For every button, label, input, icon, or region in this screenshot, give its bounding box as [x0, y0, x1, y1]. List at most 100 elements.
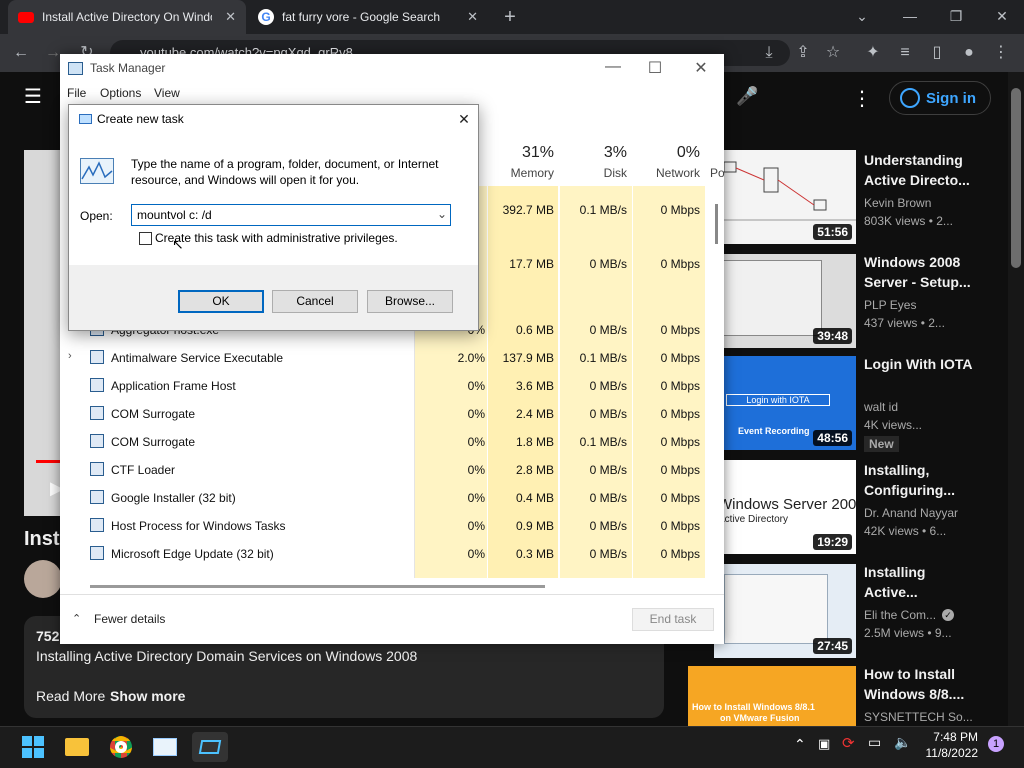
notification-badge[interactable]: 1 — [988, 736, 1004, 752]
bookmark-star-icon[interactable]: ☆ — [820, 40, 846, 66]
video-thumbnail[interactable]: Windows Server 2008 Active Directory 19:… — [714, 460, 856, 554]
admin-checkbox[interactable] — [139, 232, 152, 245]
file-explorer-icon[interactable] — [62, 732, 92, 762]
install-icon[interactable]: ⤓ — [756, 40, 782, 66]
dialog-close-button[interactable]: ✕ — [453, 109, 475, 129]
channel-name[interactable]: walt id — [864, 398, 898, 416]
close-icon[interactable]: ✕ — [467, 9, 478, 25]
table-row[interactable]: Google Installer (32 bit) 0% 0.4 MB 0 MB/s 0… — [60, 484, 724, 512]
restore-button[interactable]: ❐ — [936, 4, 976, 28]
video-title[interactable]: How to Install Windows 8/8.... — [864, 664, 974, 704]
table-row[interactable]: Antimalware Service Executable › 2.0% 137.9… — [60, 344, 724, 372]
dialog-footer: OK Cancel Browse... — [69, 265, 478, 330]
table-row[interactable]: Host Process for Windows Tasks 0% 0.9 MB 0 … — [60, 512, 724, 540]
view-count: 752 — [36, 628, 60, 644]
memory-column-header[interactable]: Memory — [488, 166, 554, 180]
expand-chevron-icon[interactable]: › — [68, 350, 72, 362]
network-status-icon[interactable]: ⟳ — [842, 734, 855, 752]
table-row[interactable]: Application Frame Host 0% 3.6 MB 0 MB/s 0 Mb… — [60, 372, 724, 400]
maximize-button[interactable]: ☐ — [642, 58, 668, 77]
new-tab-button[interactable]: + — [498, 5, 522, 29]
tab-google[interactable]: G fat furry vore - Google Search ✕ — [248, 0, 488, 34]
disk-column-header[interactable]: Disk — [560, 166, 627, 180]
profile-icon[interactable]: ● — [956, 40, 982, 66]
memory-value: 2.8 MB — [515, 463, 554, 477]
table-row[interactable]: Microsoft Edge Update (32 bit) 0% 0.3 MB 0 … — [60, 540, 724, 568]
channel-name[interactable]: Eli the Com... — [864, 606, 936, 624]
chevron-up-icon[interactable]: ⌃ — [72, 612, 81, 625]
browse-button[interactable]: Browse... — [367, 290, 453, 313]
thumbnail-text: Windows Server 2008 — [718, 496, 856, 513]
menu-file[interactable]: File — [67, 86, 86, 100]
microphone-icon[interactable]: 🎤 — [736, 86, 758, 110]
extensions-icon[interactable]: ✦ — [860, 40, 886, 66]
channel-avatar[interactable] — [24, 560, 62, 598]
volume-icon[interactable]: 🔈 — [894, 734, 911, 751]
memory-usage-pct[interactable]: 31% — [488, 144, 554, 162]
video-thumbnail[interactable]: How to Install Windows 8/8.1 on VMware F… — [688, 666, 856, 726]
clock-date[interactable]: 11/8/2022 — [916, 746, 979, 760]
video-title[interactable]: Understanding Active Directo... — [864, 150, 974, 190]
dialog-title: Create new task — [97, 112, 184, 126]
show-more-button[interactable]: Show more — [110, 688, 185, 704]
minimize-button[interactable]: — — [600, 58, 626, 76]
video-title[interactable]: Windows 2008 Server - Setup... — [864, 252, 974, 292]
table-row[interactable]: COM Surrogate 0% 2.4 MB 0 MB/s 0 Mbps — [60, 400, 724, 428]
media-icon[interactable]: ≡ — [892, 40, 918, 66]
minimize-button[interactable]: — — [890, 4, 930, 28]
tab-youtube[interactable]: Install Active Directory On Windo ✕ — [8, 0, 246, 34]
video-title[interactable]: Installing Active... — [864, 562, 974, 602]
network-usage-pct[interactable]: 0% — [632, 144, 700, 162]
run-taskbar-icon[interactable] — [192, 732, 228, 762]
fewer-details-button[interactable]: Fewer details — [94, 612, 165, 626]
open-input[interactable]: mountvol c: /d — [137, 208, 212, 222]
channel-name[interactable]: SYSNETTECH So... — [864, 708, 973, 726]
chevron-down-icon[interactable]: ⌄ — [842, 4, 882, 28]
side-panel-icon[interactable]: ▯ — [924, 40, 950, 66]
video-title[interactable]: Login With IOTA — [864, 354, 974, 374]
close-window-button[interactable]: ✕ — [982, 4, 1022, 28]
start-button[interactable] — [18, 732, 48, 762]
task-manager-taskbar-icon[interactable] — [150, 732, 180, 762]
process-name: Application Frame Host — [111, 379, 236, 393]
video-thumbnail[interactable]: 27:45 — [714, 564, 856, 658]
video-thumbnail[interactable]: Login with IOTA Event Recording 48:56 — [714, 356, 856, 450]
close-icon[interactable]: ✕ — [225, 9, 236, 25]
scrollbar-thumb[interactable] — [1011, 88, 1021, 268]
chrome-icon[interactable] — [106, 732, 136, 762]
disk-usage-pct[interactable]: 3% — [560, 144, 627, 162]
settings-more-icon[interactable]: ⋮ — [852, 86, 872, 110]
sign-in-button[interactable]: Sign in — [889, 81, 991, 115]
network-column-header[interactable]: Network — [632, 166, 700, 180]
more-menu-icon[interactable]: ⋮ — [988, 40, 1014, 66]
chevron-down-icon[interactable]: ⌄ — [437, 207, 447, 221]
channel-name[interactable]: Kevin Brown — [864, 194, 931, 212]
close-button[interactable]: ✕ — [688, 58, 714, 77]
channel-name[interactable]: Dr. Anand Nayyar — [864, 504, 958, 522]
show-hidden-icons[interactable]: ⌃ — [794, 736, 806, 753]
table-row[interactable]: COM Surrogate 0% 1.8 MB 0.1 MB/s 0 Mbps — [60, 428, 724, 456]
channel-name[interactable]: PLP Eyes — [864, 296, 916, 314]
video-thumbnail[interactable]: 39:48 — [714, 254, 856, 348]
cancel-button[interactable]: Cancel — [272, 290, 358, 313]
end-task-button[interactable]: End task — [632, 608, 714, 631]
menu-view[interactable]: View — [154, 86, 180, 100]
menu-options[interactable]: Options — [100, 86, 141, 100]
table-row[interactable]: CTF Loader 0% 2.8 MB 0 MB/s 0 Mbps — [60, 456, 724, 484]
back-icon[interactable]: ← — [8, 40, 34, 66]
video-thumbnail[interactable]: 51:56 — [714, 150, 856, 244]
ok-button[interactable]: OK — [178, 290, 264, 313]
clock-time[interactable]: 7:48 PM — [924, 730, 978, 744]
display-icon[interactable]: ▣ — [818, 736, 830, 752]
horizontal-scrollbar[interactable] — [90, 585, 545, 588]
disk-value: 0 MB/s — [589, 491, 627, 505]
list-scrollbar-thumb[interactable] — [715, 204, 718, 244]
share-icon[interactable]: ⇪ — [790, 40, 816, 66]
open-combobox[interactable]: mountvol c: /d ⌄ — [131, 204, 451, 226]
video-title[interactable]: Installing, Configuring... — [864, 460, 974, 500]
memory-value: 137.9 MB — [502, 351, 554, 365]
admin-checkbox-label[interactable]: Create this task with administrative pri… — [155, 231, 398, 245]
task-manager-graph-icon — [80, 158, 114, 184]
monitor-icon[interactable]: ▭ — [868, 734, 881, 751]
hamburger-menu-icon[interactable]: ☰ — [24, 86, 46, 108]
